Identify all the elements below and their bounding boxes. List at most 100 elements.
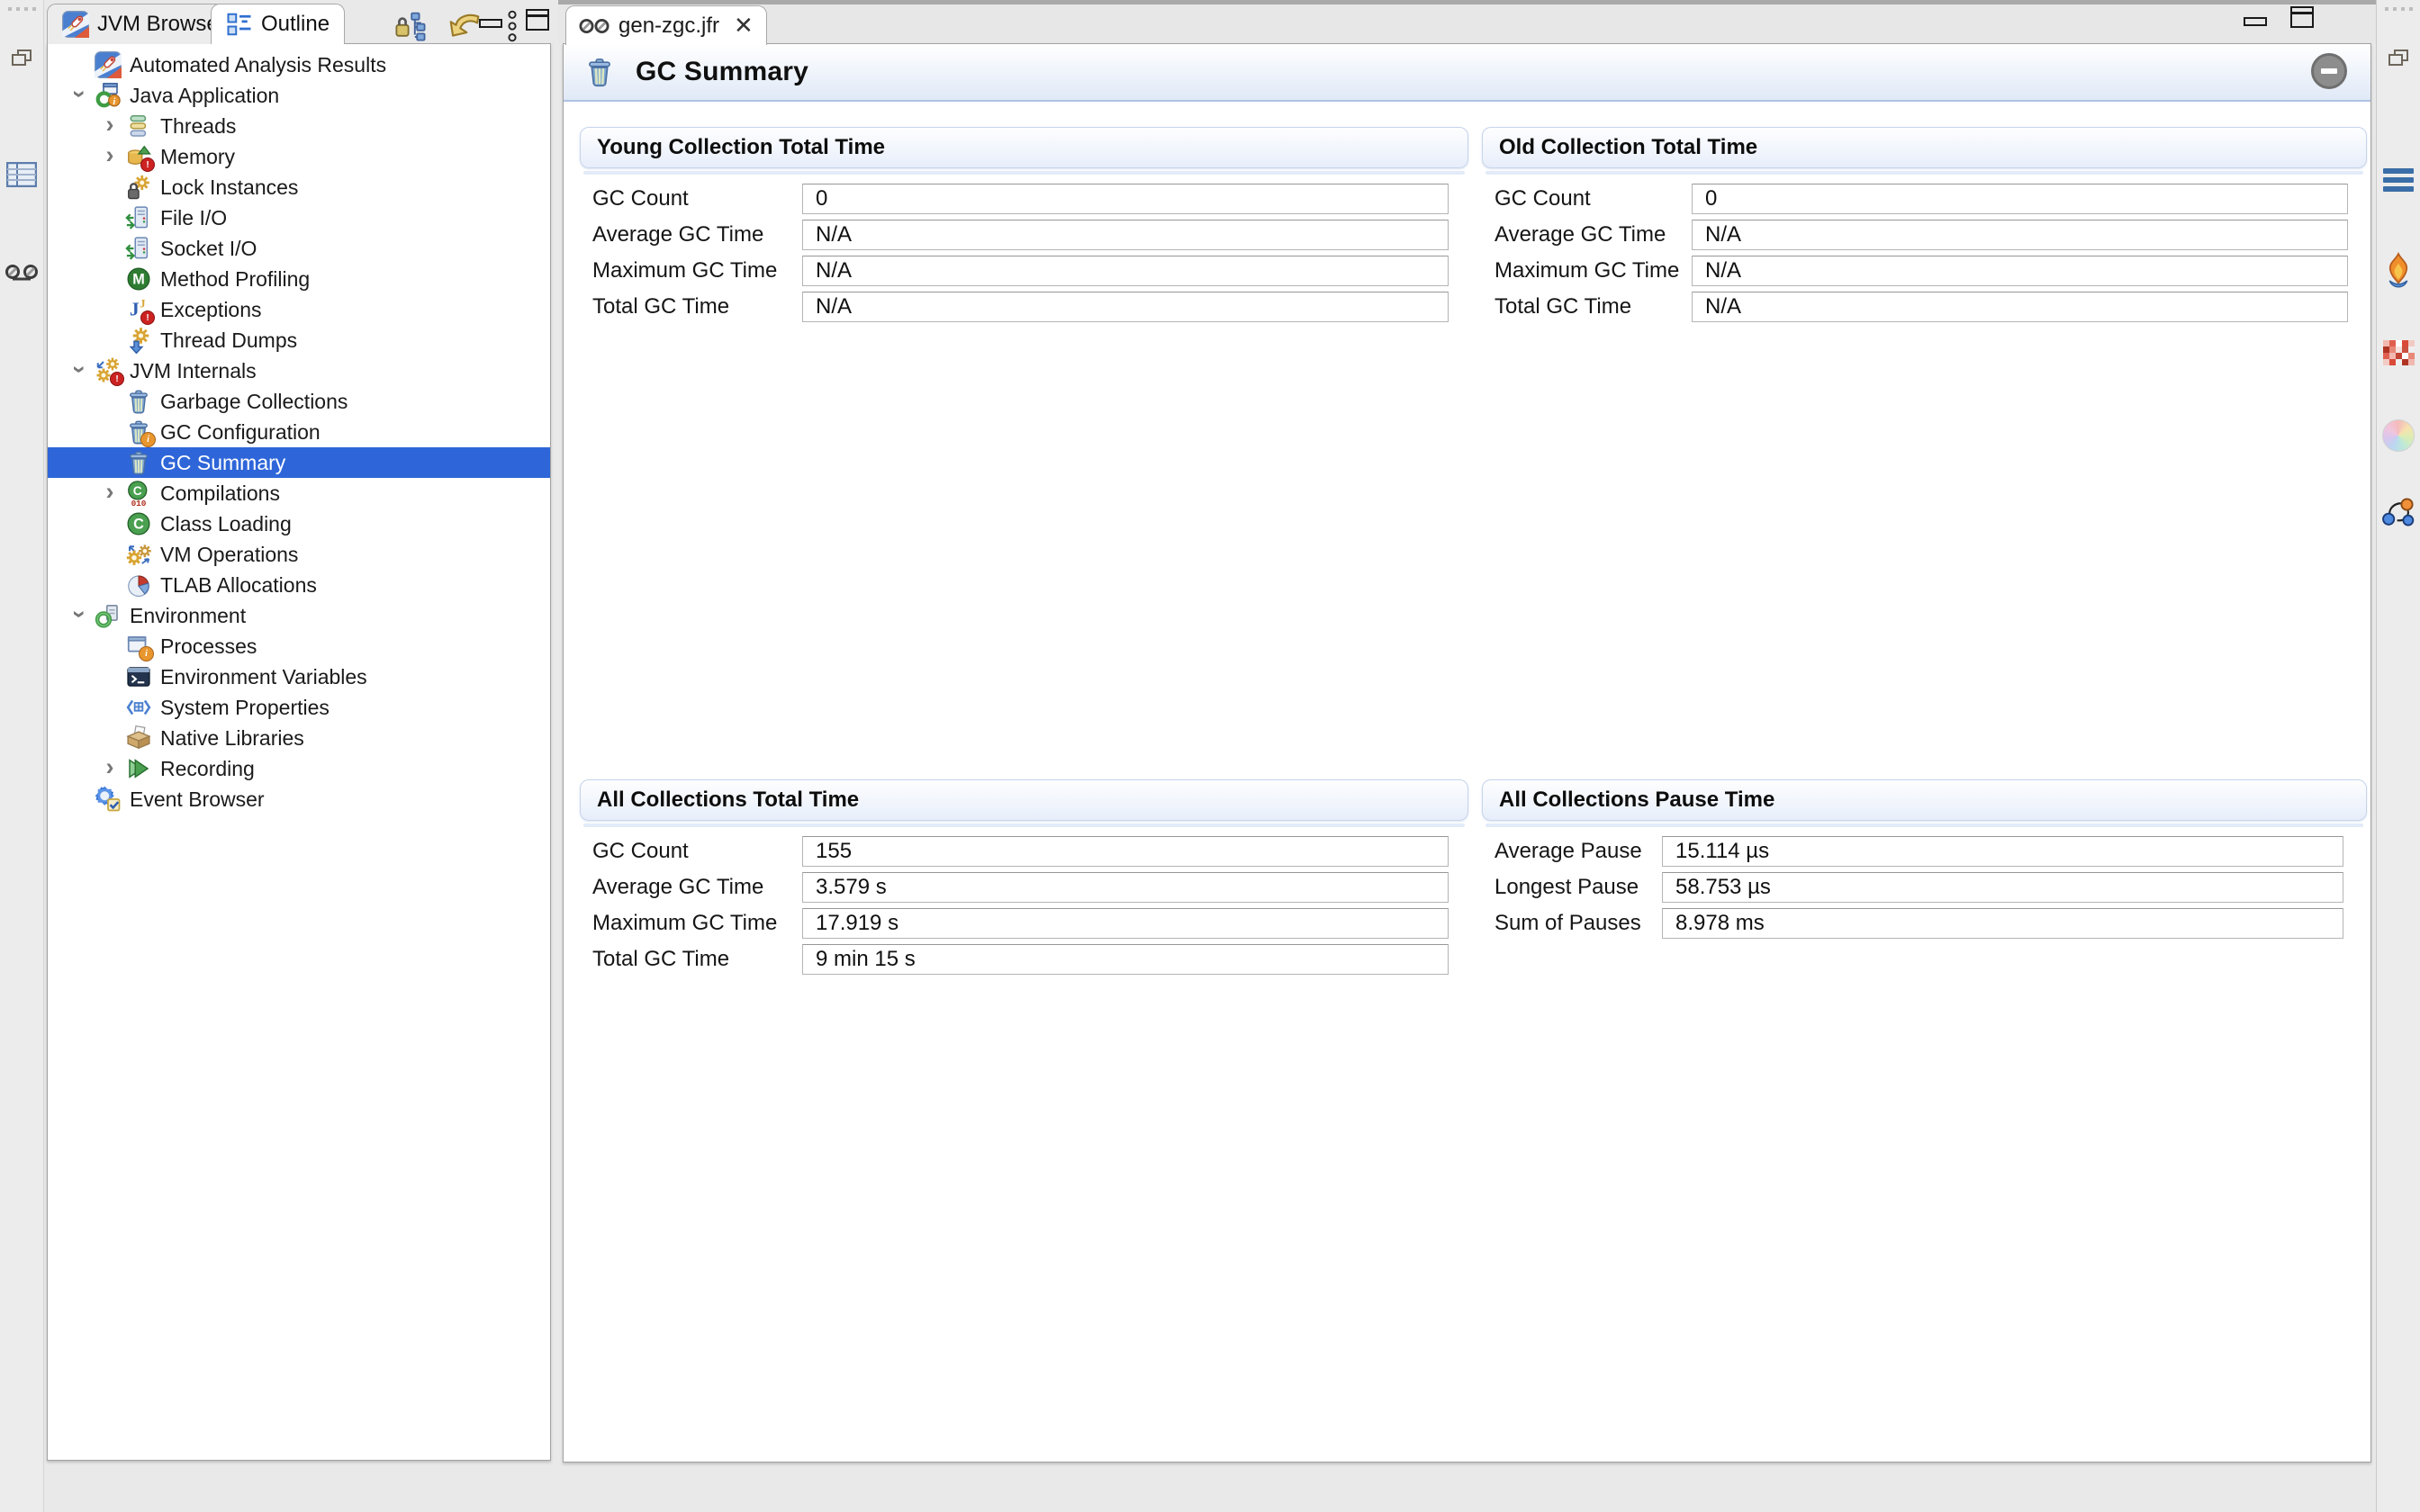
sidebar-item-threads[interactable]: ›Threads: [48, 111, 550, 141]
field-value[interactable]: 8.978 ms: [1662, 908, 2343, 939]
chevron-right-icon[interactable]: ›: [95, 757, 125, 781]
field-value[interactable]: 0: [1692, 184, 2348, 214]
sidebar-item-jvm-internals[interactable]: ›!JVM Internals: [48, 356, 550, 386]
sidebar-item-label: Exceptions: [160, 298, 262, 322]
flame-view-icon[interactable]: [2380, 252, 2416, 288]
sidebar-item-vm-operations[interactable]: VM Operations: [48, 539, 550, 570]
sidebar-item-label: Lock Instances: [160, 176, 298, 200]
maximize-icon[interactable]: [2290, 6, 2314, 28]
minimize-icon[interactable]: [2244, 17, 2267, 26]
field-value[interactable]: 155: [802, 836, 1449, 867]
field-value[interactable]: 9 min 15 s: [802, 944, 1449, 975]
svg-text:i: i: [113, 97, 115, 107]
field-value[interactable]: N/A: [1692, 256, 2348, 286]
sidebar-item-compilations[interactable]: ›C010Compilations: [48, 478, 550, 508]
field-value[interactable]: N/A: [1692, 220, 2348, 250]
field-label: Longest Pause: [1494, 875, 1639, 900]
minimize-icon[interactable]: [479, 19, 502, 28]
lock-tree-icon[interactable]: [394, 10, 427, 42]
graph-view-icon[interactable]: [2380, 495, 2416, 531]
sidebar-item-method-profiling[interactable]: MMethod Profiling: [48, 264, 550, 294]
sidebar-item-system-properties[interactable]: System Properties: [48, 692, 550, 723]
close-tab-icon[interactable]: ✕: [734, 12, 754, 40]
maximize-icon[interactable]: [526, 9, 549, 31]
sidebar-item-label: JVM Internals: [130, 359, 257, 383]
vm-operations-icon: [125, 541, 152, 568]
native-libraries-icon: [125, 724, 152, 752]
chevron-down-icon[interactable]: ›: [64, 359, 95, 383]
sidebar-item-recording[interactable]: › Recording: [48, 753, 550, 784]
outline-tree-panel: Automated Analysis Results›iJava Applica…: [47, 43, 551, 1461]
gold-back-arrow-icon[interactable]: [447, 10, 483, 42]
chevron-down-icon[interactable]: ›: [64, 604, 95, 628]
sidebar-item-event-browser[interactable]: Event Browser: [48, 784, 550, 814]
field-label: Average Pause: [1494, 839, 1642, 864]
compilations-icon: C010: [125, 480, 152, 507]
properties-table-icon[interactable]: [4, 157, 40, 193]
svg-text:C: C: [133, 517, 144, 533]
tab-outline[interactable]: Outline: [211, 4, 345, 44]
group-all-collections-total-time: All Collections Total TimeGC Count155Ave…: [580, 779, 1468, 821]
tab-outline-label: Outline: [261, 12, 330, 37]
flight-recorder-icon: [579, 15, 610, 37]
field-label: Total GC Time: [592, 294, 729, 320]
jmc-rocket-icon: [95, 51, 122, 78]
gc-summary-page: GC Summary Young Collection Total TimeGC…: [563, 43, 2371, 1462]
sidebar-item-socket-i-o[interactable]: Socket I/O: [48, 233, 550, 264]
thread-dumps-icon: [125, 327, 152, 354]
jmc-rocket-icon: [62, 11, 89, 38]
sidebar-item-environment[interactable]: ›Environment: [48, 600, 550, 631]
sidebar-item-processes[interactable]: iProcesses: [48, 631, 550, 662]
drag-handle-icon[interactable]: [8, 7, 36, 11]
field-value[interactable]: 58.753 µs: [1662, 872, 2343, 903]
sidebar-item-label: Environment Variables: [160, 665, 367, 689]
chevron-right-icon[interactable]: ›: [95, 482, 125, 506]
heatmap-view-icon[interactable]: [2380, 335, 2416, 371]
field-value[interactable]: 15.114 µs: [1662, 836, 2343, 867]
sidebar-item-memory[interactable]: ›!Memory: [48, 141, 550, 172]
svg-text:J: J: [130, 298, 140, 320]
sidebar-item-java-application[interactable]: ›iJava Application: [48, 80, 550, 111]
memory-icon: !: [125, 143, 152, 170]
sidebar-item-tlab-allocations[interactable]: TLAB Allocations: [48, 570, 550, 600]
field-label: Maximum GC Time: [592, 911, 777, 936]
field-label: Total GC Time: [1494, 294, 1631, 320]
sidebar-item-label: Method Profiling: [160, 267, 310, 292]
sidebar-item-thread-dumps[interactable]: Thread Dumps: [48, 325, 550, 356]
sidebar-item-label: Recording: [160, 757, 255, 781]
field-label: GC Count: [592, 186, 689, 212]
sidebar-item-exceptions[interactable]: JJ!Exceptions: [48, 294, 550, 325]
sidebar-item-lock-instances[interactable]: Lock Instances: [48, 172, 550, 202]
chevron-down-icon[interactable]: ›: [64, 84, 95, 108]
field-label: Sum of Pauses: [1494, 911, 1641, 936]
sidebar-item-file-i-o[interactable]: File I/O: [48, 202, 550, 233]
sidebar-item-class-loading[interactable]: CClass Loading: [48, 508, 550, 539]
outline-bars-icon[interactable]: [2380, 162, 2416, 198]
collapse-results-button[interactable]: [2311, 53, 2347, 89]
sidebar-item-automated-analysis-results[interactable]: Automated Analysis Results: [48, 50, 550, 80]
restore-view-icon[interactable]: [4, 40, 40, 76]
sidebar-item-gc-configuration[interactable]: iGC Configuration: [48, 417, 550, 447]
editor-tab-gen-zgc[interactable]: gen-zgc.jfr ✕: [565, 5, 767, 45]
recording-tape-icon[interactable]: [4, 256, 40, 292]
field-value[interactable]: N/A: [1692, 292, 2348, 322]
field-value[interactable]: N/A: [802, 220, 1449, 250]
sidebar-item-label: Garbage Collections: [160, 390, 348, 414]
field-label: Average GC Time: [1494, 222, 1666, 248]
chevron-right-icon[interactable]: ›: [95, 145, 125, 169]
color-wheel-icon[interactable]: [2380, 418, 2416, 454]
drag-handle-icon[interactable]: [2385, 7, 2413, 11]
sidebar-item-native-libraries[interactable]: Native Libraries: [48, 723, 550, 753]
sidebar-item-garbage-collections[interactable]: Garbage Collections: [48, 386, 550, 417]
field-value[interactable]: N/A: [802, 256, 1449, 286]
sidebar-item-label: System Properties: [160, 696, 330, 720]
field-value[interactable]: 0: [802, 184, 1449, 214]
field-value[interactable]: 3.579 s: [802, 872, 1449, 903]
chevron-right-icon[interactable]: ›: [95, 114, 125, 139]
tlab-allocations-icon: [125, 572, 152, 598]
sidebar-item-environment-variables[interactable]: Environment Variables: [48, 662, 550, 692]
field-value[interactable]: 17.919 s: [802, 908, 1449, 939]
sidebar-item-gc-summary[interactable]: GC Summary: [48, 447, 550, 478]
restore-view-icon[interactable]: [2380, 40, 2416, 76]
field-value[interactable]: N/A: [802, 292, 1449, 322]
